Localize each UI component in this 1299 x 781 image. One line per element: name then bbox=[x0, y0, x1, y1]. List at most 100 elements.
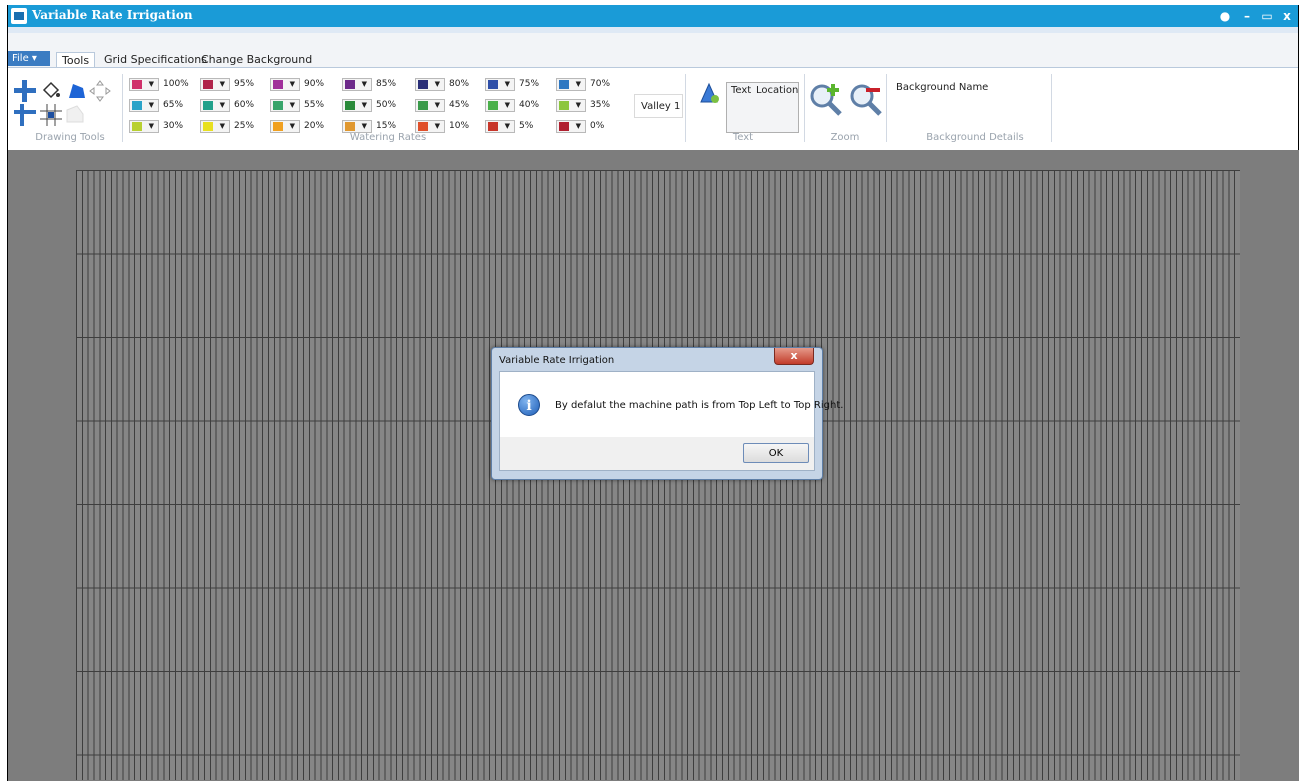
rate-percent-label: 75% bbox=[519, 79, 540, 89]
chevron-down-icon: ▼ bbox=[361, 101, 367, 109]
paint-bucket-icon[interactable] bbox=[41, 80, 61, 100]
rate-color-dropdown[interactable]: ▼ bbox=[200, 120, 230, 133]
rate-color-chip bbox=[132, 101, 142, 110]
move-arrows-icon[interactable] bbox=[89, 80, 111, 102]
quick-access-bar bbox=[8, 33, 1298, 52]
rate-color-chip bbox=[203, 80, 213, 89]
rate-percent-label: 40% bbox=[519, 100, 540, 110]
chevron-down-icon: ▼ bbox=[289, 122, 295, 130]
chevron-down-icon: ▼ bbox=[504, 122, 510, 130]
ok-button[interactable]: OK bbox=[743, 443, 809, 463]
chevron-down-icon: ▾ bbox=[31, 53, 37, 64]
group-label-drawing-tools: Drawing Tools bbox=[35, 132, 105, 143]
chevron-down-icon: ▼ bbox=[148, 122, 154, 130]
chevron-down-icon: ▼ bbox=[219, 80, 225, 88]
tab-tools[interactable]: Tools bbox=[56, 52, 96, 68]
rate-color-chip bbox=[273, 80, 283, 89]
chevron-down-icon: ▼ bbox=[148, 80, 154, 88]
rate-color-dropdown[interactable]: ▼ bbox=[129, 120, 159, 133]
help-icon[interactable]: ● bbox=[1216, 7, 1234, 25]
rate-color-dropdown[interactable]: ▼ bbox=[270, 78, 300, 91]
rate-percent-label: 45% bbox=[449, 100, 470, 110]
close-button[interactable]: x bbox=[1278, 7, 1296, 25]
group-label-zoom: Zoom bbox=[830, 132, 860, 143]
chevron-down-icon: ▼ bbox=[219, 101, 225, 109]
title-bar: Variable Rate Irrigation ● – ▭ x bbox=[8, 5, 1298, 27]
rate-percent-label: 85% bbox=[376, 79, 397, 89]
dialog-footer: OK bbox=[499, 437, 815, 471]
rate-percent-label: 100% bbox=[163, 79, 189, 89]
rate-color-dropdown[interactable]: ▼ bbox=[556, 78, 586, 91]
polygon-tool-icon[interactable] bbox=[67, 80, 87, 100]
rate-color-dropdown[interactable]: ▼ bbox=[270, 120, 300, 133]
text-tool-icon[interactable] bbox=[698, 82, 720, 104]
info-icon: i bbox=[518, 394, 540, 416]
valley-selector[interactable]: Valley 1 bbox=[634, 94, 683, 118]
rate-color-dropdown[interactable]: ▼ bbox=[415, 99, 445, 112]
rate-color-dropdown[interactable]: ▼ bbox=[485, 78, 515, 91]
rate-percent-label: 90% bbox=[304, 79, 325, 89]
rate-color-dropdown[interactable]: ▼ bbox=[270, 99, 300, 112]
rate-color-dropdown[interactable]: ▼ bbox=[556, 120, 586, 133]
split-grid-icon[interactable] bbox=[14, 104, 36, 126]
dialog-title: Variable Rate Irrigation bbox=[499, 355, 615, 366]
rate-color-chip bbox=[273, 122, 283, 131]
rate-color-chip bbox=[418, 80, 428, 89]
file-tab-label: File bbox=[12, 53, 29, 64]
dialog-body: i By defalut the machine path is from To… bbox=[499, 371, 843, 437]
chevron-down-icon: ▼ bbox=[504, 101, 510, 109]
zoom-out-icon[interactable] bbox=[848, 82, 884, 118]
rate-color-chip bbox=[132, 80, 142, 89]
minimize-button[interactable]: – bbox=[1238, 7, 1256, 25]
rate-color-dropdown[interactable]: ▼ bbox=[129, 78, 159, 91]
valley-label: Valley 1 bbox=[641, 101, 681, 112]
rate-percent-label: 80% bbox=[449, 79, 470, 89]
chevron-down-icon: ▼ bbox=[361, 122, 367, 130]
rate-percent-label: 0% bbox=[590, 121, 605, 131]
rate-color-dropdown[interactable]: ▼ bbox=[200, 78, 230, 91]
chevron-down-icon: ▼ bbox=[219, 122, 225, 130]
rate-color-dropdown[interactable]: ▼ bbox=[342, 99, 372, 112]
background-name-label: Background Name bbox=[896, 82, 989, 93]
rate-color-dropdown[interactable]: ▼ bbox=[200, 99, 230, 112]
app-logo-icon bbox=[11, 8, 27, 24]
rate-color-dropdown[interactable]: ▼ bbox=[485, 99, 515, 112]
file-menu-tab[interactable]: File ▾ bbox=[8, 51, 50, 66]
chevron-down-icon: ▼ bbox=[148, 101, 154, 109]
location-field-label: Location bbox=[756, 85, 799, 96]
tab-change-background[interactable]: Change Background bbox=[196, 52, 317, 67]
rate-color-dropdown[interactable]: ▼ bbox=[129, 99, 159, 112]
chevron-down-icon: ▼ bbox=[289, 80, 295, 88]
group-separator bbox=[122, 74, 123, 142]
chevron-down-icon: ▼ bbox=[575, 101, 581, 109]
rate-color-chip bbox=[345, 80, 355, 89]
group-separator bbox=[685, 74, 686, 142]
maximize-button[interactable]: ▭ bbox=[1258, 7, 1276, 25]
chevron-down-icon: ▼ bbox=[289, 101, 295, 109]
rate-color-dropdown[interactable]: ▼ bbox=[556, 99, 586, 112]
app-title: Variable Rate Irrigation bbox=[32, 8, 193, 22]
rate-percent-label: 20% bbox=[304, 121, 325, 131]
rate-color-chip bbox=[203, 122, 213, 131]
chevron-down-icon: ▼ bbox=[575, 122, 581, 130]
grid-cell-icon[interactable] bbox=[40, 104, 62, 126]
grid-draw-icon[interactable] bbox=[14, 80, 36, 102]
rate-percent-label: 70% bbox=[590, 79, 611, 89]
rate-color-dropdown[interactable]: ▼ bbox=[485, 120, 515, 133]
rate-percent-label: 95% bbox=[234, 79, 255, 89]
chevron-down-icon: ▼ bbox=[434, 101, 440, 109]
chevron-down-icon: ▼ bbox=[575, 80, 581, 88]
eraser-shape-icon[interactable] bbox=[65, 104, 85, 124]
rate-percent-label: 30% bbox=[163, 121, 184, 131]
rate-color-dropdown[interactable]: ▼ bbox=[415, 78, 445, 91]
chevron-down-icon: ▼ bbox=[504, 80, 510, 88]
tab-grid-specifications[interactable]: Grid Specifications bbox=[99, 52, 212, 67]
rate-color-chip bbox=[559, 101, 569, 110]
group-label-text: Text bbox=[732, 132, 754, 143]
rate-color-chip bbox=[488, 101, 498, 110]
text-location-box[interactable]: Text Location bbox=[726, 82, 799, 133]
rate-color-dropdown[interactable]: ▼ bbox=[342, 78, 372, 91]
zoom-in-icon[interactable] bbox=[808, 82, 844, 118]
group-label-watering-rates: Watering Rates bbox=[349, 132, 427, 143]
dialog-close-button[interactable]: x bbox=[774, 348, 814, 365]
